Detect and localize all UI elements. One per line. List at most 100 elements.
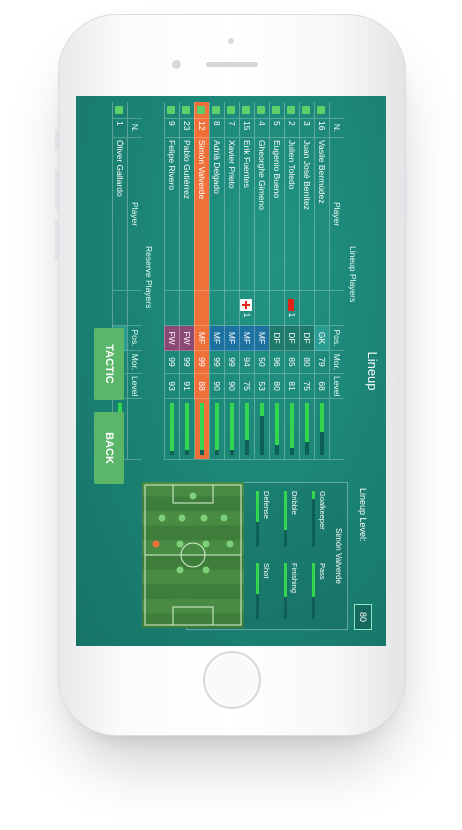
attribute-label: Goalkeeper bbox=[318, 491, 327, 530]
player-level-bar bbox=[209, 398, 225, 460]
player-info-name: Simón Valverde bbox=[334, 528, 343, 584]
back-button[interactable]: BACK bbox=[94, 412, 124, 484]
header-level-bar bbox=[329, 398, 344, 460]
player-level-bar bbox=[269, 398, 285, 460]
player-row[interactable]: 9 Felipe Rivero FW 99 93 bbox=[164, 102, 180, 460]
earpiece-speaker bbox=[206, 62, 258, 67]
shirt-icon bbox=[164, 102, 180, 119]
player-row[interactable]: 12 Simón Valverde MF 99 88 bbox=[194, 102, 210, 460]
player-number: 4 bbox=[254, 118, 270, 138]
player-position: DF bbox=[284, 325, 300, 351]
lineup-screen: Lineup Lineup Players N. Player Pos. Mor… bbox=[76, 96, 386, 646]
player-status bbox=[112, 290, 128, 326]
player-row[interactable]: 7 Xavier Prieto MF 99 90 bbox=[224, 102, 240, 460]
player-row[interactable]: 15 Erik Fuentes 1 MF 94 75 bbox=[239, 102, 255, 460]
player-position: MF bbox=[224, 325, 240, 351]
player-row[interactable]: 23 Pablo Gutiérrez FW 99 91 bbox=[179, 102, 195, 460]
tactic-button[interactable]: TACTIC bbox=[94, 328, 124, 400]
header-player: Player bbox=[329, 137, 344, 291]
player-level: 53 bbox=[254, 373, 270, 399]
level-bar-track bbox=[200, 403, 204, 456]
header-player: Player bbox=[127, 137, 142, 291]
player-row[interactable]: 3 Juan José Benítez DF 80 75 bbox=[299, 102, 315, 460]
player-level: 91 bbox=[179, 373, 195, 399]
attribute-bar-fill bbox=[256, 491, 259, 522]
header-mor: Mor. bbox=[329, 350, 344, 374]
player-row[interactable]: 5 Eugenio Bueno DF 96 80 bbox=[269, 102, 285, 460]
player-level: 75 bbox=[239, 373, 255, 399]
player-name: Erik Fuentes bbox=[239, 137, 255, 291]
shirt-icon bbox=[302, 106, 311, 114]
player-status bbox=[179, 290, 195, 326]
attribute-bar-fill bbox=[256, 563, 259, 594]
player-name: Julien Toledo bbox=[284, 137, 300, 291]
player-number: 8 bbox=[209, 118, 225, 138]
player-position: FW bbox=[179, 325, 195, 351]
attribute-bar-fill bbox=[312, 491, 315, 500]
level-bar-fill bbox=[245, 403, 249, 440]
red-card-icon bbox=[288, 298, 295, 311]
player-name: Simón Valverde bbox=[194, 137, 210, 291]
pitch-stripe bbox=[142, 511, 244, 526]
player-level: 75 bbox=[299, 373, 315, 399]
player-status: 1 bbox=[284, 290, 300, 326]
player-name: Felipe Rivero bbox=[164, 137, 180, 291]
player-name: Eugenio Bueno bbox=[269, 137, 285, 291]
header-pos: Pos. bbox=[329, 325, 344, 351]
player-number: 5 bbox=[269, 118, 285, 138]
player-level: 93 bbox=[164, 373, 180, 399]
player-morale: 99 bbox=[209, 350, 225, 374]
shirt-icon bbox=[242, 106, 251, 114]
player-level-bar bbox=[284, 398, 300, 460]
volume-down-button bbox=[55, 220, 58, 260]
player-position: DF bbox=[269, 325, 285, 351]
player-level-bar bbox=[194, 398, 210, 460]
header-pos: Pos. bbox=[127, 325, 142, 351]
player-level: 81 bbox=[284, 373, 300, 399]
player-row[interactable]: 16 Vasile Bermúdez GK 79 68 bbox=[314, 102, 330, 460]
level-bar-track bbox=[290, 403, 294, 456]
player-row[interactable]: 4 Gheorghe Gimeno MF 50 53 bbox=[254, 102, 270, 460]
pitch-stripe bbox=[142, 598, 244, 614]
player-row[interactable]: 8 Adrià Delgado MF 99 90 bbox=[209, 102, 225, 460]
player-status bbox=[209, 290, 225, 326]
player-level-bar bbox=[299, 398, 315, 460]
shirt-icon bbox=[254, 102, 270, 119]
player-marker bbox=[178, 514, 186, 522]
screen-title: Lineup bbox=[365, 351, 380, 391]
player-morale: 99 bbox=[194, 350, 210, 374]
player-level-bar bbox=[254, 398, 270, 460]
header-status bbox=[127, 290, 142, 326]
player-name: Adrià Delgado bbox=[209, 137, 225, 291]
pitch-stripe bbox=[142, 613, 244, 628]
player-row[interactable]: 2 Julien Toledo 1 DF 85 81 bbox=[284, 102, 300, 460]
level-bar-fill bbox=[290, 403, 294, 448]
home-button[interactable] bbox=[203, 651, 261, 709]
reserve-table: N. Player Pos. Mor. Level 1 Óliver Gallar… bbox=[112, 102, 142, 460]
level-bar-track bbox=[260, 403, 264, 456]
level-bar-fill bbox=[215, 403, 219, 451]
level-bar-fill bbox=[275, 403, 279, 445]
shirt-icon bbox=[212, 106, 221, 114]
shirt-icon bbox=[227, 106, 236, 114]
player-number: 7 bbox=[224, 118, 240, 138]
shirt-icon bbox=[167, 106, 176, 114]
attribute-label: Finishing bbox=[290, 563, 299, 594]
player-status bbox=[194, 290, 210, 326]
player-marker bbox=[202, 566, 210, 574]
player-level: 68 bbox=[314, 373, 330, 399]
shirt-icon bbox=[272, 106, 281, 114]
player-level: 88 bbox=[194, 373, 210, 399]
level-bar-fill bbox=[320, 403, 324, 432]
level-bar-track bbox=[230, 403, 234, 456]
player-row[interactable]: 1Óliver GallardoGK9182 bbox=[112, 102, 128, 460]
shirt-icon bbox=[209, 102, 225, 119]
player-number: 2 bbox=[284, 118, 300, 138]
shirt-icon bbox=[239, 102, 255, 119]
level-bar-fill bbox=[170, 403, 174, 452]
shirt-icon bbox=[197, 106, 206, 114]
player-level-bar bbox=[239, 398, 255, 460]
header-shirt bbox=[127, 102, 142, 119]
player-status: 1 bbox=[239, 290, 255, 326]
level-bar-track bbox=[170, 403, 174, 456]
